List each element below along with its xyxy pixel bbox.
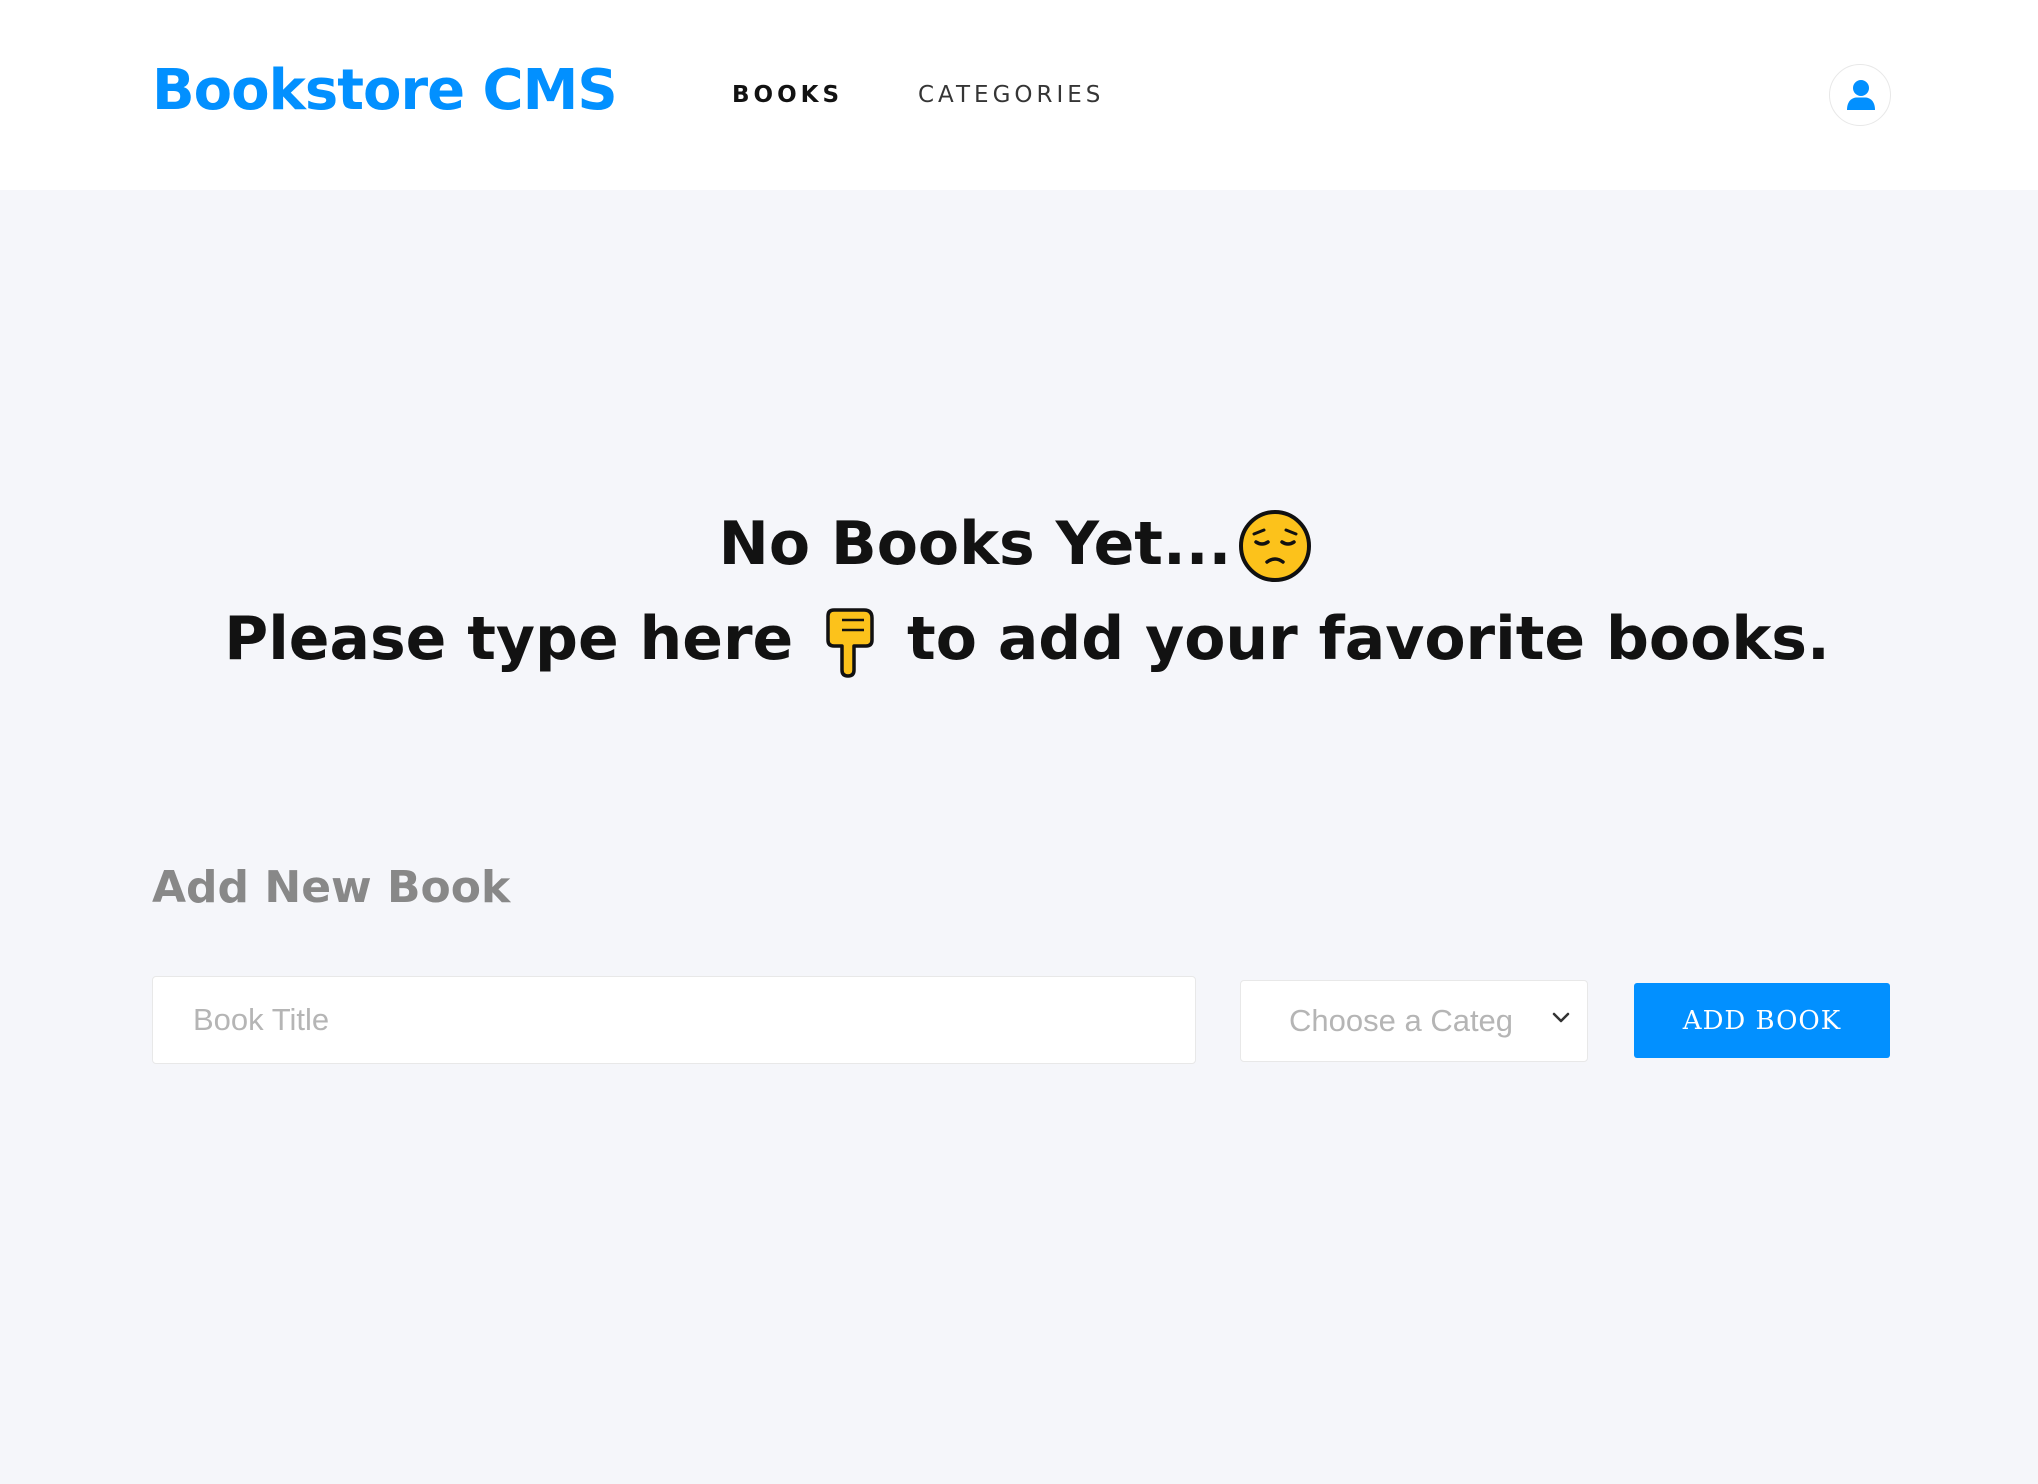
pointing-down-hand-emoji (820, 606, 880, 679)
header: Bookstore CMS BOOKS CATEGORIES (0, 0, 2038, 190)
nav-books[interactable]: BOOKS (732, 82, 843, 108)
empty-message-line1: No Books Yet... (0, 508, 2038, 587)
user-profile-button[interactable] (1829, 64, 1891, 126)
user-icon (1847, 80, 1875, 110)
add-book-heading: Add New Book (152, 862, 511, 913)
empty-message-text: No Books Yet... (718, 509, 1232, 580)
empty-message-line2: Please type here to add your favorite bo… (8, 604, 2038, 679)
book-title-input[interactable] (152, 976, 1196, 1064)
chevron-down-icon (1552, 1012, 1570, 1023)
category-select[interactable]: Choose a Category (1240, 980, 1588, 1062)
pensive-face-emoji (1237, 508, 1313, 587)
empty-message-prompt-start: Please type here (224, 604, 815, 674)
add-book-button[interactable]: ADD BOOK (1634, 983, 1890, 1058)
category-select-value: Choose a Category (1289, 1003, 1511, 1038)
empty-message-prompt-end: to add your favorite books. (886, 604, 1830, 674)
nav-categories[interactable]: CATEGORIES (918, 82, 1104, 108)
app-logo[interactable]: Bookstore CMS (152, 58, 618, 123)
